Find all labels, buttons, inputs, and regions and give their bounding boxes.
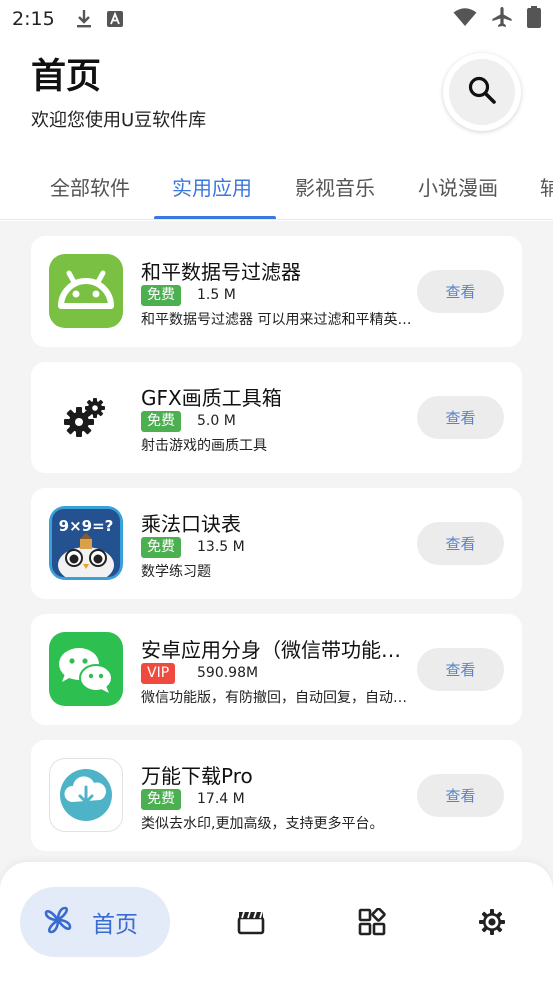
app-description: 微信功能版，有防撤回，自动回复，自动抢红包 [141,690,417,706]
clapperboard-icon[interactable] [236,907,266,937]
android-icon [49,254,123,328]
app-size: 17.4 M [197,791,245,807]
view-button[interactable]: 查看 [417,522,504,565]
app-description: 射击游戏的画质工具 [141,438,267,454]
tab-all-software[interactable]: 全部软件 [50,172,130,201]
wechat-icon [49,632,123,706]
nav-home-label: 首页 [92,912,138,938]
cloud-download-icon [49,758,123,832]
price-badge: 免费 [141,285,181,306]
tab-novel-comics[interactable]: 小说漫画 [418,172,498,201]
app-card[interactable]: 和平数据号过滤器 免费 1.5 M 和平数据号过滤器 可以用来过滤和平精英数据号… [31,236,522,347]
view-button[interactable]: 查看 [417,774,504,817]
status-bar: 2:15 [0,0,553,38]
apps-grid-icon[interactable] [357,907,387,937]
app-description: 数学练习题 [141,564,211,580]
price-badge: 免费 [141,789,181,810]
text-a-icon [106,11,123,27]
app-name: GFX画质工具箱 [141,386,282,410]
app-description: 和平数据号过滤器 可以用来过滤和平精英数据号 [141,312,417,328]
app-card[interactable]: GFX画质工具箱 免费 5.0 M 射击游戏的画质工具 查看 [31,362,522,473]
app-description: 类似去水印,更加高级，支持更多平台。 [141,816,384,832]
search-button[interactable] [443,53,521,131]
view-button[interactable]: 查看 [417,396,504,439]
download-icon [75,9,93,29]
app-card[interactable]: 万能下载Pro 免费 17.4 M 类似去水印,更加高级，支持更多平台。 查看 [31,740,522,851]
price-badge: 免费 [141,537,181,558]
app-name: 安卓应用分身（微信带功能版） [141,638,411,662]
app-size: 13.5 M [197,539,245,555]
app-size: 590.98M [197,665,259,681]
pinwheel-icon [42,904,74,940]
wifi-icon [453,7,477,32]
app-name: 万能下载Pro [141,764,253,788]
tab-indicator [154,216,276,219]
category-tabs: 全部软件 实用应用 影视音乐 小说漫画 辅 [0,150,553,220]
page-subtitle: 欢迎您使用U豆软件库 [31,110,207,131]
battery-icon [527,5,541,33]
app-name: 乘法口诀表 [141,512,241,536]
page-title: 首页 [31,57,102,97]
bottom-nav: 首页 [0,862,553,984]
airplane-icon [491,6,513,33]
view-button[interactable]: 查看 [417,270,504,313]
tab-utility-apps[interactable]: 实用应用 [172,172,252,201]
price-badge: 免费 [141,411,181,432]
page-header: 首页 欢迎您使用U豆软件库 [31,52,206,132]
app-card[interactable]: 9×9=? 乘法口诀表 免费 13.5 M 数学练习题 查看 [31,488,522,599]
svg-text:9×9=?: 9×9=? [59,517,114,535]
multiplication-owl-icon: 9×9=? [49,506,123,580]
tab-partial[interactable]: 辅 [540,172,553,201]
nav-home-button[interactable]: 首页 [20,887,170,957]
status-time: 2:15 [12,8,55,30]
tab-video-music[interactable]: 影视音乐 [295,172,375,201]
view-button[interactable]: 查看 [417,648,504,691]
app-size: 1.5 M [197,287,236,303]
app-card[interactable]: 安卓应用分身（微信带功能版） VIP 590.98M 微信功能版，有防撤回，自动… [31,614,522,725]
app-size: 5.0 M [197,413,236,429]
search-icon [467,75,497,109]
price-badge: VIP [141,663,176,684]
gears-icon [49,380,123,454]
settings-gear-icon[interactable] [477,907,507,937]
app-name: 和平数据号过滤器 [141,260,301,284]
